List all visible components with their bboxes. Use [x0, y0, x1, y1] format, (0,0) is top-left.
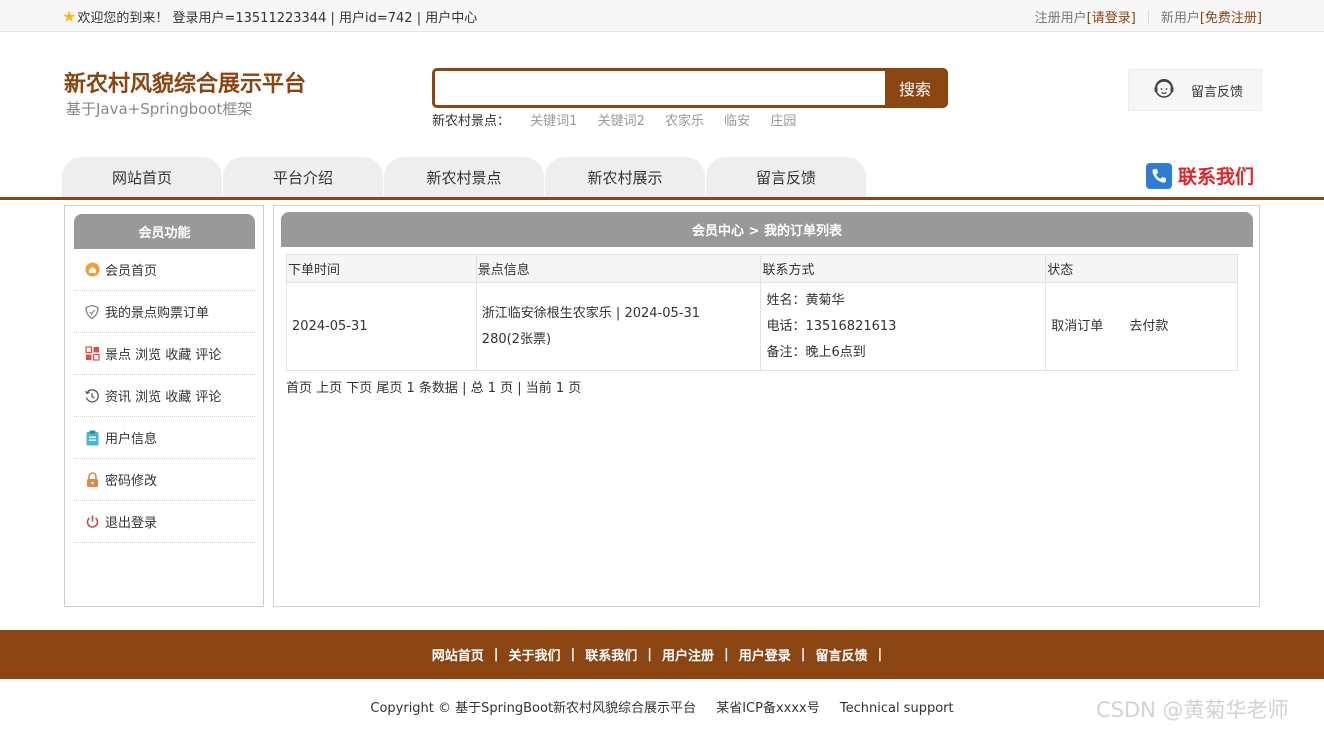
- copyright-text: Copyright © 基于SpringBoot新农村风貌综合展示平台: [370, 701, 697, 716]
- order-price-line: 280(2张票): [481, 331, 552, 347]
- contact-us-label: 联系我们: [1178, 166, 1255, 188]
- nav-divider: [0, 197, 1324, 200]
- hot-keyword[interactable]: 关键词2: [598, 114, 645, 129]
- pagination[interactable]: 首页 上页 下页 尾页 1 条数据 | 总 1 页 | 当前 1 页: [286, 377, 581, 396]
- footer-separator: |: [877, 647, 883, 662]
- nav-item-home[interactable]: 网站首页: [62, 157, 222, 197]
- footer-link-home[interactable]: 网站首页: [432, 645, 484, 664]
- contact-note: 备注：晚上6点到: [766, 344, 866, 360]
- hot-keyword[interactable]: 庄园: [770, 114, 796, 129]
- contact-name: 姓名：黄菊华: [766, 292, 845, 308]
- home-icon: [84, 262, 100, 278]
- shield-icon: [84, 304, 100, 320]
- pay-order-link[interactable]: 去付款: [1129, 319, 1168, 334]
- search-button[interactable]: 搜索: [885, 71, 945, 105]
- table-row: 2024-05-31 浙江临安徐根生农家乐 | 2024-05-31 280(2…: [286, 282, 1238, 371]
- nav-item-feedback[interactable]: 留言反馈: [706, 157, 866, 197]
- table-header-row: 下单时间 景点信息 联系方式 状态: [286, 254, 1238, 283]
- support-text: Technical support: [839, 701, 954, 716]
- footer-link-contact[interactable]: 联系我们: [585, 645, 637, 664]
- sidebar-item-ticket-orders[interactable]: 我的景点购票订单: [74, 291, 255, 333]
- new-user-label: 新用户: [1160, 11, 1200, 26]
- star-icon: ★: [62, 6, 77, 26]
- column-header-time: 下单时间: [286, 254, 477, 283]
- hot-keyword[interactable]: 临安: [724, 114, 750, 129]
- watermark: CSDN @黄菊华老师: [1096, 698, 1289, 722]
- sidebar-item-label: 我的景点购票订单: [105, 306, 210, 321]
- sidebar-item-label: 用户信息: [105, 432, 158, 447]
- sidebar-item-change-password[interactable]: 密码修改: [74, 459, 255, 501]
- login-link[interactable]: [请登录]: [1087, 7, 1136, 26]
- lock-icon: [84, 471, 100, 488]
- nav-item-showcase[interactable]: 新农村展示: [545, 157, 705, 197]
- sidebar-item-label: 会员首页: [105, 264, 158, 279]
- column-header-status: 状态: [1045, 254, 1238, 283]
- footer-links: 网站首页 | 关于我们 | 联系我们 | 用户注册 | 用户登录 | 留言反馈 |: [0, 630, 1324, 679]
- order-time-cell: 2024-05-31: [286, 282, 477, 371]
- order-status-cell: 取消订单 去付款: [1045, 282, 1238, 371]
- top-bar: ★ 欢迎您的到来！ 登录用户=13511223344 | 用户id=742 | …: [0, 0, 1324, 32]
- site-title[interactable]: 新农村风貌综合展示平台: [64, 66, 306, 98]
- footer-separator: |: [493, 647, 499, 662]
- history-icon: [84, 388, 100, 404]
- contact-us-banner[interactable]: 联系我们: [1146, 162, 1254, 189]
- main-nav: 网站首页 平台介绍 新农村景点 新农村展示 留言反馈: [62, 157, 867, 197]
- sidebar-item-member-home[interactable]: 会员首页: [74, 249, 255, 291]
- cancel-order-link[interactable]: 取消订单: [1051, 319, 1103, 334]
- sidebar-item-attraction-history[interactable]: 景点 浏览 收藏 评论: [74, 333, 255, 375]
- sidebar-item-label: 退出登录: [105, 516, 158, 531]
- order-list-panel: 会员中心 > 我的订单列表 下单时间 景点信息 联系方式 状态 2024-05-…: [273, 205, 1260, 607]
- sidebar-item-news-history[interactable]: 资讯 浏览 收藏 评论: [74, 375, 255, 417]
- sidebar-item-label: 资讯 浏览 收藏 评论: [105, 390, 222, 405]
- order-table: 下单时间 景点信息 联系方式 状态 2024-05-31 浙江临安徐根生农家乐 …: [286, 254, 1238, 371]
- welcome-text: ★ 欢迎您的到来！ 登录用户=13511223344 | 用户id=742 | …: [62, 7, 477, 26]
- registered-user-label: 注册用户: [1034, 11, 1087, 26]
- feedback-button[interactable]: 留言反馈: [1128, 69, 1262, 111]
- footer-separator: |: [570, 647, 576, 662]
- auth-links: 注册用户 [请登录] 新用户 [免费注册]: [1035, 7, 1262, 26]
- nav-item-about[interactable]: 平台介绍: [223, 157, 383, 197]
- sidebar-menu: 会员首页 我的景点购票订单 景点 浏览 收藏 评论 资讯 浏览 收藏 评论 用户…: [74, 249, 255, 543]
- site-subtitle: 基于Java+Springboot框架: [66, 100, 253, 118]
- clipboard-icon: [84, 430, 100, 446]
- grid-icon: [84, 346, 100, 362]
- hot-keywords: 新农村景点： 关键词1 关键词2 农家乐 临安 庄园: [432, 110, 796, 129]
- footer-separator: |: [724, 647, 729, 662]
- footer-link-feedback[interactable]: 留言反馈: [816, 645, 868, 664]
- nav-item-attractions[interactable]: 新农村景点: [384, 157, 544, 197]
- panel-title: 会员中心 > 我的订单列表: [281, 212, 1253, 247]
- order-contact-cell: 姓名：黄菊华 电话：13516821613 备注：晚上6点到: [760, 282, 1047, 371]
- welcome-label[interactable]: 欢迎您的到来！ 登录用户=13511223344 | 用户id=742 | 用户…: [77, 7, 477, 26]
- footer-link-about[interactable]: 关于我们: [508, 645, 560, 664]
- search-box: 搜索: [432, 68, 948, 108]
- power-icon: [84, 514, 100, 530]
- footer-separator: |: [647, 647, 652, 662]
- feedback-label: 留言反馈: [1191, 84, 1244, 100]
- register-link[interactable]: [免费注册]: [1200, 7, 1262, 26]
- footer-link-register[interactable]: 用户注册: [662, 645, 714, 664]
- sidebar-item-user-info[interactable]: 用户信息: [74, 417, 255, 459]
- customer-service-icon: [1151, 75, 1177, 105]
- sidebar-item-label: 景点 浏览 收藏 评论: [105, 348, 222, 363]
- sidebar-item-label: 密码修改: [105, 474, 158, 489]
- divider: [1147, 9, 1149, 24]
- hot-keywords-label: 新农村景点：: [432, 114, 511, 129]
- hot-keyword[interactable]: 农家乐: [665, 114, 704, 129]
- column-header-contact: 联系方式: [760, 254, 1047, 283]
- sidebar-item-logout[interactable]: 退出登录: [74, 501, 255, 543]
- order-info-cell: 浙江临安徐根生农家乐 | 2024-05-31 280(2张票): [475, 282, 762, 371]
- footer-separator: |: [800, 647, 806, 662]
- footer-link-login[interactable]: 用户登录: [739, 645, 791, 664]
- column-header-info: 景点信息: [475, 254, 762, 283]
- sidebar-title: 会员功能: [74, 214, 255, 249]
- search-input[interactable]: [435, 71, 887, 105]
- phone-icon: [1146, 162, 1172, 189]
- member-sidebar: 会员功能 会员首页 我的景点购票订单 景点 浏览 收藏 评论 资讯 浏览 收藏 …: [64, 205, 264, 607]
- icp-text: 某省ICP备xxxx号: [716, 701, 820, 716]
- hot-keyword[interactable]: 关键词1: [530, 114, 577, 129]
- contact-phone: 电话：13516821613: [766, 318, 897, 334]
- order-attraction-line: 浙江临安徐根生农家乐 | 2024-05-31: [481, 305, 700, 321]
